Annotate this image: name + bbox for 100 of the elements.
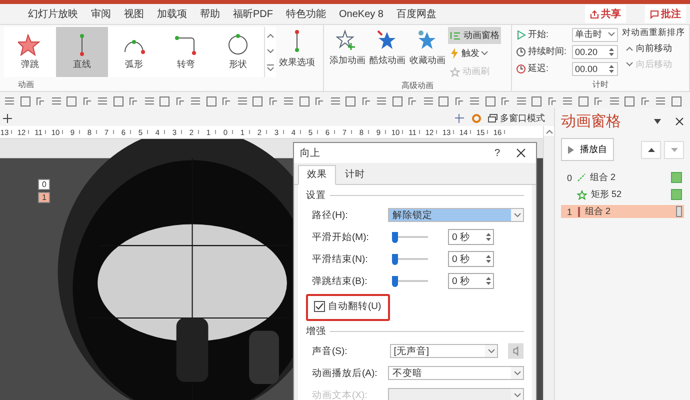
effect-button[interactable]: 转弯 (160, 27, 212, 77)
format-tool-icon[interactable] (112, 96, 124, 106)
seconds-field[interactable]: 0 秒 (448, 229, 494, 245)
close-icon[interactable] (516, 148, 526, 158)
share-button[interactable]: 共享 (585, 5, 626, 23)
menu-tab[interactable]: 百度网盘 (396, 6, 436, 22)
format-tool-icon[interactable] (159, 96, 170, 106)
speaker-icon[interactable] (508, 343, 524, 359)
menu-tab[interactable]: 帮助 (200, 6, 220, 22)
format-tool-icon[interactable] (376, 96, 387, 106)
path-dropdown[interactable]: 解除锁定 (388, 208, 524, 222)
format-tool-icon[interactable] (283, 96, 294, 106)
menu-tab[interactable]: 幻灯片放映 (28, 6, 78, 22)
spin-arrows-icon[interactable] (608, 46, 615, 56)
spin-arrows-icon[interactable] (485, 254, 492, 264)
format-tool-icon[interactable] (469, 96, 480, 106)
slider-thumb[interactable] (392, 254, 398, 264)
menu-tab[interactable]: 审阅 (91, 6, 111, 22)
format-tool-icon[interactable] (82, 96, 92, 106)
after-animation-dropdown[interactable]: 不变暗 (388, 366, 524, 380)
auto-reverse-checkbox[interactable] (314, 301, 325, 312)
favorite-animation-button[interactable]: 收藏动画 (408, 27, 446, 69)
format-tool-icon[interactable] (655, 96, 666, 106)
spin-arrows-icon[interactable] (485, 276, 492, 286)
slider-thumb[interactable] (392, 276, 398, 286)
close-icon[interactable] (675, 116, 684, 126)
slider-thumb[interactable] (392, 232, 398, 242)
format-tool-icon[interactable] (392, 96, 402, 106)
format-tool-icon[interactable] (562, 96, 573, 106)
menu-tab[interactable]: 加载项 (157, 6, 187, 22)
move-earlier-button[interactable]: 向前移动 (622, 42, 685, 55)
menu-tab[interactable]: 视图 (124, 6, 144, 22)
format-tool-icon[interactable] (50, 96, 62, 106)
start-dropdown[interactable]: 单击时 (572, 28, 618, 42)
spin-arrows-icon[interactable] (608, 64, 615, 74)
menu-tab[interactable]: 特色功能 (286, 6, 326, 22)
menu-tab[interactable]: 福昕PDF (233, 6, 273, 22)
effect-button[interactable]: 弹跳 (4, 27, 56, 77)
format-tool-icon[interactable] (640, 96, 650, 106)
format-tool-icon[interactable] (128, 96, 139, 106)
format-tool-icon[interactable] (330, 96, 340, 106)
add-animation-button[interactable]: 添加动画 (328, 27, 366, 69)
move-up-button[interactable] (641, 140, 661, 158)
format-tool-icon[interactable] (624, 96, 635, 106)
animation-pane-button[interactable]: 动画窗格 (448, 27, 502, 44)
format-tool-icon[interactable] (206, 96, 216, 106)
format-tool-icon[interactable] (608, 96, 620, 106)
duration-field[interactable]: 00.20 (572, 44, 618, 58)
format-tool-icon[interactable] (252, 96, 263, 106)
format-tool-icon[interactable] (438, 96, 449, 106)
format-tool-icon[interactable] (546, 96, 558, 106)
cool-animation-button[interactable]: 酷炫动画 (368, 27, 406, 69)
format-tool-icon[interactable] (578, 96, 588, 106)
comment-button[interactable]: 批注 (645, 5, 686, 23)
format-tool-icon[interactable] (221, 96, 232, 106)
seconds-field[interactable]: 0 秒 (448, 251, 494, 267)
format-tool-icon[interactable] (97, 96, 108, 106)
menu-tab[interactable]: OneKey 8 (339, 8, 384, 20)
format-tool-icon[interactable] (66, 96, 77, 106)
format-tool-icon[interactable] (190, 96, 201, 106)
format-tool-icon[interactable] (484, 96, 496, 106)
sound-dropdown[interactable]: [无声音] (390, 344, 498, 358)
format-tool-icon[interactable] (593, 96, 604, 106)
animation-list-item[interactable]: 矩形 52 (561, 188, 684, 201)
format-tool-icon[interactable] (144, 96, 154, 106)
format-tool-icon[interactable] (531, 96, 542, 106)
plus-icon[interactable] (3, 114, 12, 122)
effect-button[interactable]: 形状 (212, 27, 264, 77)
format-tool-icon[interactable] (268, 96, 278, 106)
effect-button[interactable]: 弧形 (108, 27, 160, 77)
format-tool-icon[interactable] (35, 96, 46, 106)
delay-field[interactable]: 00.00 (572, 62, 618, 76)
scroll-up-button[interactable] (544, 126, 554, 136)
format-tool-icon[interactable] (236, 96, 248, 106)
format-tool-icon[interactable] (407, 96, 418, 106)
animation-list-item[interactable]: 1 组合 2 (561, 205, 684, 218)
effect-options-button[interactable]: 效果选项 (278, 27, 316, 71)
animation-tag[interactable]: 1 (38, 192, 50, 203)
format-tool-icon[interactable] (670, 96, 682, 106)
spin-arrows-icon[interactable] (485, 232, 492, 242)
dropdown-icon[interactable] (654, 118, 661, 124)
dialog-tab[interactable]: 计时 (336, 165, 374, 184)
animation-list-item[interactable]: 0 组合 2 (561, 171, 684, 184)
format-tool-icon[interactable] (4, 96, 15, 106)
format-tool-icon[interactable] (500, 96, 511, 106)
format-tool-icon[interactable] (314, 96, 325, 106)
format-tool-icon[interactable] (516, 96, 526, 106)
format-tool-icon[interactable] (454, 96, 464, 106)
format-tool-icon[interactable] (20, 96, 30, 106)
format-tool-icon[interactable] (298, 96, 310, 106)
animation-tag[interactable]: 0 (38, 179, 50, 190)
play-from-button[interactable]: 播放自 (561, 138, 614, 161)
effect-button[interactable]: 直线 (56, 27, 108, 77)
seconds-field[interactable]: 0 秒 (448, 273, 494, 289)
dialog-tab[interactable]: 效果 (298, 165, 336, 185)
format-tool-icon[interactable] (345, 96, 356, 106)
format-tool-icon[interactable] (174, 96, 186, 106)
format-tool-icon[interactable] (422, 96, 434, 106)
multi-window-button[interactable]: 多窗口模式 (488, 112, 545, 124)
trigger-button[interactable]: 触发 (448, 45, 502, 62)
